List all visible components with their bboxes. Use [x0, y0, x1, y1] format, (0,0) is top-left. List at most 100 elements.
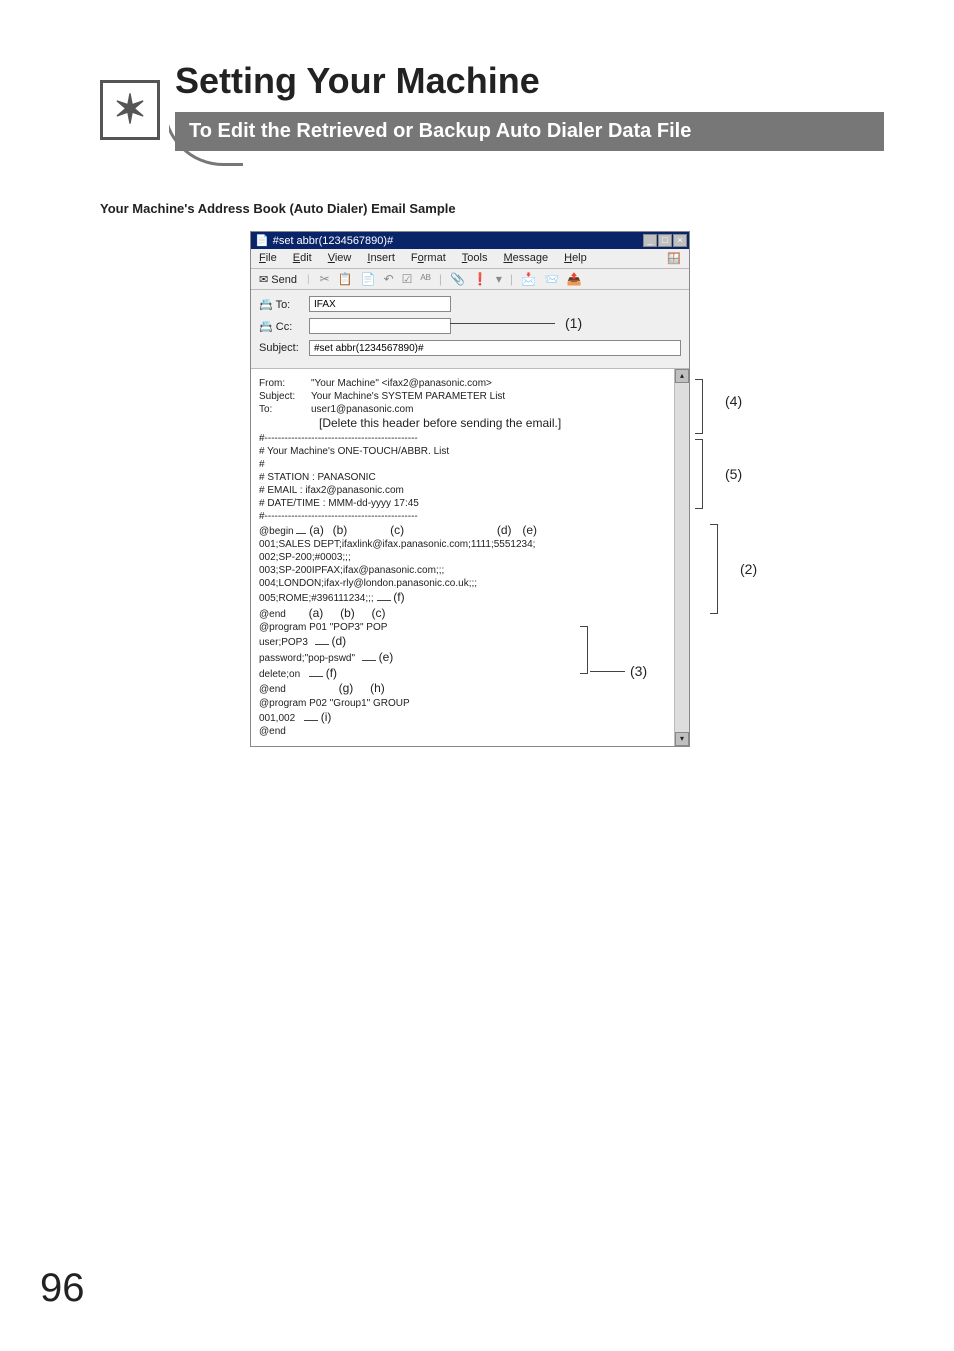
toolbar: ✉ Send | ✂ 📋 📄 ↶ ☑ ᴬᴮ | 📎 ❗ ▾ | 📩 📨 📤 — [251, 268, 689, 290]
password-e: (e) — [379, 650, 394, 664]
header-b: (b) — [333, 523, 348, 537]
callout-3: (3) — [630, 663, 647, 679]
menu-edit[interactable]: Edit — [293, 252, 312, 265]
callout-2: (2) — [740, 561, 757, 577]
bracket-2 — [710, 524, 718, 614]
menu-message[interactable]: Message — [503, 252, 548, 265]
end2-g: (g) — [339, 681, 354, 695]
menu-format[interactable]: Format — [411, 252, 446, 265]
body-from-value: "Your Machine" <ifax2@panasonic.com> — [311, 377, 492, 390]
spell-icon[interactable]: ᴬᴮ — [420, 272, 430, 286]
scrollbar[interactable]: ▴ ▾ — [674, 369, 689, 746]
dropdown-icon[interactable]: ▾ — [496, 272, 502, 286]
body-to-value: user1@panasonic.com — [311, 403, 413, 416]
leader-3 — [590, 671, 625, 672]
to-label: 📇 To: — [259, 298, 309, 311]
end1-b: (b) — [340, 606, 355, 620]
program-group: @program P02 "Group1" GROUP — [259, 697, 666, 710]
encrypt-icon[interactable]: 📨 — [544, 272, 559, 286]
callout-4: (4) — [725, 393, 742, 409]
end-tag-1: @end — [259, 609, 286, 620]
app-logo-icon: 🪟 — [667, 252, 681, 265]
row5-f: (f) — [393, 590, 404, 604]
leader-1 — [450, 323, 555, 324]
header-curve-mask — [163, 65, 169, 168]
end-tag-2: @end — [259, 684, 286, 695]
hash-line: # — [259, 458, 666, 471]
user-d: (d) — [331, 634, 346, 648]
page-number: 96 — [40, 1266, 85, 1311]
logo-box: ✶ — [100, 80, 160, 140]
minimize-button[interactable]: _ — [643, 234, 657, 247]
separator-2: #---------------------------------------… — [259, 510, 666, 523]
menu-file[interactable]: File — [259, 252, 277, 265]
datetime-line: # DATE/TIME : MMM-dd-yyyy 17:45 — [259, 497, 666, 510]
maximize-button[interactable]: □ — [658, 234, 672, 247]
subject-label: Subject: — [259, 342, 309, 354]
menu-view[interactable]: View — [328, 252, 352, 265]
user-line: user;POP3 — [259, 637, 308, 648]
undo-icon[interactable]: ↶ — [384, 272, 394, 286]
data-row-5: 005;ROME;#396111234;;; — [259, 593, 374, 604]
email-body[interactable]: From: "Your Machine" <ifax2@panasonic.co… — [251, 368, 689, 746]
window-titlebar: 📄 #set abbr(1234567890)# _ □ × — [251, 232, 689, 249]
body-subject-value: Your Machine's SYSTEM PARAMETER List — [311, 390, 505, 403]
end1-a: (a) — [309, 606, 324, 620]
data-row-3: 003;SP-200IPFAX;ifax@panasonic.com;;; — [259, 564, 666, 577]
to-input[interactable] — [309, 296, 451, 312]
copy-icon[interactable]: 📋 — [338, 272, 353, 286]
body-from-label: From: — [259, 377, 305, 390]
callout-5: (5) — [725, 466, 742, 482]
delete-line: delete;on — [259, 669, 300, 680]
cc-label: 📇 Cc: — [259, 320, 309, 333]
body-subject-label: Subject: — [259, 390, 305, 403]
delete-f: (f) — [326, 666, 337, 680]
close-button[interactable]: × — [673, 234, 687, 247]
data-row-1: 001;SALES DEPT;ifaxlink@ifax.panasonic.c… — [259, 538, 666, 551]
data-row-4: 004;LONDON;ifax-rly@london.panasonic.co.… — [259, 577, 666, 590]
menu-tools[interactable]: Tools — [462, 252, 488, 265]
scroll-up-button[interactable]: ▴ — [675, 369, 689, 383]
body-to-label: To: — [259, 403, 305, 416]
header-curve — [163, 74, 243, 166]
section-heading: Your Machine's Address Book (Auto Dialer… — [100, 201, 884, 216]
menu-help[interactable]: Help — [564, 252, 587, 265]
document-icon: 📄 — [255, 234, 269, 247]
password-line: password;"pop-pswd" — [259, 653, 355, 664]
check-icon[interactable]: ☑ — [402, 272, 413, 286]
end-tag-3: @end — [259, 725, 666, 738]
email-line: # EMAIL : ifax2@panasonic.com — [259, 484, 666, 497]
station-line: # STATION : PANASONIC — [259, 471, 666, 484]
subject-input[interactable] — [309, 340, 681, 356]
priority-icon[interactable]: ❗ — [473, 272, 488, 286]
menubar: File Edit View Insert Format Tools Messa… — [251, 249, 689, 268]
callout-1: (1) — [565, 315, 582, 331]
cut-icon[interactable]: ✂ — [320, 272, 330, 286]
bracket-4 — [695, 379, 703, 434]
list-title: # Your Machine's ONE-TOUCH/ABBR. List — [259, 445, 666, 458]
scroll-down-button[interactable]: ▾ — [675, 732, 689, 746]
begin-tag: @begin — [259, 526, 294, 537]
header-e: (e) — [522, 523, 537, 537]
program-pop: @program P01 "POP3" POP — [259, 621, 666, 634]
attach-icon[interactable]: 📎 — [450, 272, 465, 286]
send-button[interactable]: ✉ Send — [259, 273, 297, 286]
menu-insert[interactable]: Insert — [367, 252, 395, 265]
header-fields: 📇 To: 📇 Cc: Subject: — [251, 290, 689, 368]
group-members: 001,002 — [259, 713, 295, 724]
delete-header-note: [Delete this header before sending the e… — [259, 416, 666, 432]
bracket-5 — [695, 439, 703, 509]
email-window: 📄 #set abbr(1234567890)# _ □ × File Edit… — [250, 231, 690, 747]
window-title: #set abbr(1234567890)# — [273, 235, 393, 247]
header-c: (c) — [390, 523, 404, 537]
separator-1: #---------------------------------------… — [259, 432, 666, 445]
offline-icon[interactable]: 📤 — [567, 272, 582, 286]
paste-icon[interactable]: 📄 — [361, 272, 376, 286]
page-title: Setting Your Machine — [175, 60, 884, 102]
data-row-2: 002;SP-200;#0003;;; — [259, 551, 666, 564]
end2-h: (h) — [370, 681, 385, 695]
sign-icon[interactable]: 📩 — [521, 272, 536, 286]
cc-input[interactable] — [309, 318, 451, 334]
bracket-3 — [580, 626, 588, 674]
group-i: (i) — [321, 710, 332, 724]
